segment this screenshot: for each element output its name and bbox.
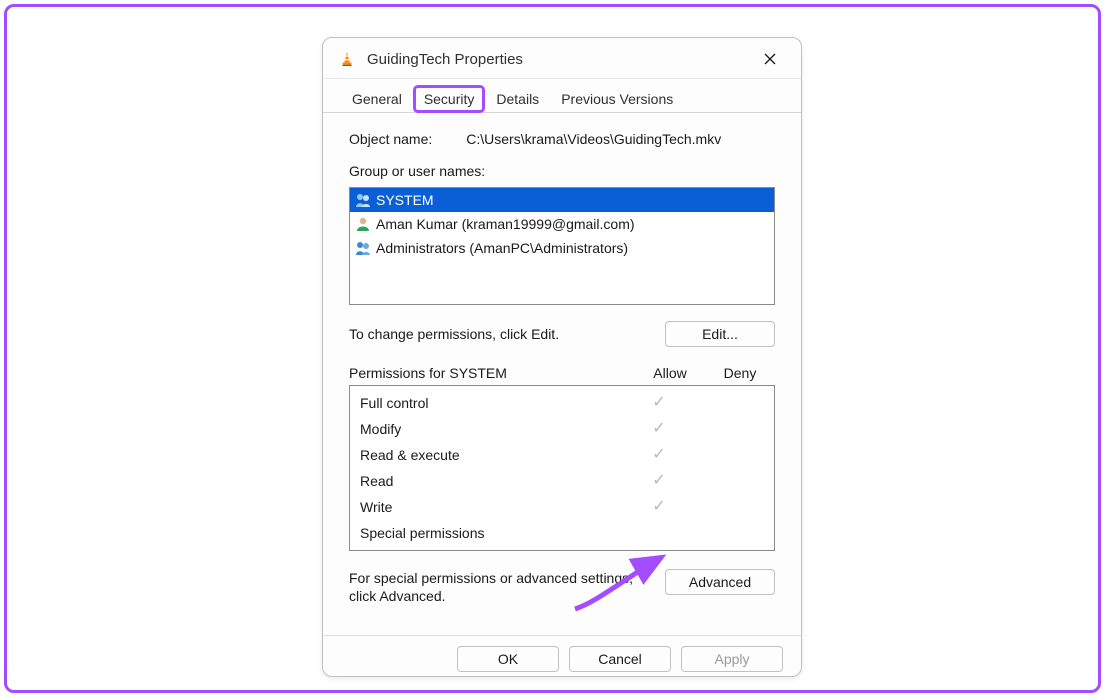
permission-name: Full control: [360, 392, 624, 414]
permissions-header: Permissions for SYSTEM Allow Deny: [349, 365, 775, 381]
advanced-hint-text: For special permissions or advanced sett…: [349, 569, 655, 605]
permission-name: Special permissions: [360, 522, 624, 544]
tab-security[interactable]: Security: [413, 85, 486, 113]
edit-row: To change permissions, click Edit. Edit.…: [349, 321, 775, 347]
properties-dialog: GuidingTech Properties General Security …: [322, 37, 802, 677]
allow-check-icon: ✓: [624, 496, 694, 518]
object-name-label: Object name:: [349, 131, 432, 147]
permissions-title: Permissions for SYSTEM: [349, 365, 635, 381]
deny-column-header: Deny: [705, 365, 775, 381]
dialog-footer: OK Cancel Apply: [323, 646, 801, 677]
allow-check-icon: ✓: [624, 470, 694, 492]
permission-row[interactable]: Special permissions: [350, 520, 774, 546]
allow-column-header: Allow: [635, 365, 705, 381]
list-item-label: SYSTEM: [376, 190, 434, 210]
permission-row[interactable]: Full control✓: [350, 390, 774, 416]
group-user-names-label: Group or user names:: [349, 163, 775, 179]
edit-button[interactable]: Edit...: [665, 321, 775, 347]
tab-general[interactable]: General: [341, 84, 413, 113]
allow-check-icon: ✓: [624, 418, 694, 440]
tab-previous-versions[interactable]: Previous Versions: [550, 84, 684, 113]
list-item[interactable]: Aman Kumar (kraman19999@gmail.com): [350, 212, 774, 236]
permission-row[interactable]: Modify✓: [350, 416, 774, 442]
users-group-icon: [354, 192, 372, 208]
vlc-cone-icon: [337, 49, 357, 69]
permission-name: Read: [360, 470, 624, 492]
cancel-button[interactable]: Cancel: [569, 646, 671, 672]
list-item-label: Administrators (AmanPC\Administrators): [376, 238, 628, 258]
close-button[interactable]: [749, 44, 791, 74]
permission-row[interactable]: Read & execute✓: [350, 442, 774, 468]
users-group-icon: [354, 240, 372, 256]
allow-check-icon: ✓: [624, 444, 694, 466]
security-panel: Object name: C:\Users\krama\Videos\Guidi…: [323, 112, 801, 623]
advanced-button[interactable]: Advanced: [665, 569, 775, 595]
permissions-listbox[interactable]: Full control✓Modify✓Read & execute✓Read✓…: [349, 385, 775, 551]
tab-details[interactable]: Details: [485, 84, 550, 113]
list-item[interactable]: Administrators (AmanPC\Administrators): [350, 236, 774, 260]
user-listbox[interactable]: SYSTEM Aman Kumar (kraman19999@gmail.com)…: [349, 187, 775, 305]
titlebar: GuidingTech Properties: [323, 38, 801, 79]
window-title: GuidingTech Properties: [367, 51, 749, 68]
permission-name: Write: [360, 496, 624, 518]
user-icon: [354, 216, 372, 232]
permission-row[interactable]: Read✓: [350, 468, 774, 494]
apply-button[interactable]: Apply: [681, 646, 783, 672]
allow-check-icon: ✓: [624, 392, 694, 414]
permission-name: Read & execute: [360, 444, 624, 466]
tab-strip: General Security Details Previous Versio…: [323, 79, 801, 113]
object-name-row: Object name: C:\Users\krama\Videos\Guidi…: [349, 131, 775, 147]
list-item[interactable]: SYSTEM: [350, 188, 774, 212]
permission-row[interactable]: Write✓: [350, 494, 774, 520]
object-name-value: C:\Users\krama\Videos\GuidingTech.mkv: [466, 131, 721, 147]
footer-separator: [323, 635, 801, 636]
close-icon: [764, 53, 776, 65]
edit-hint-text: To change permissions, click Edit.: [349, 326, 665, 342]
permission-name: Modify: [360, 418, 624, 440]
ok-button[interactable]: OK: [457, 646, 559, 672]
advanced-row: For special permissions or advanced sett…: [349, 569, 775, 605]
screenshot-frame: GuidingTech Properties General Security …: [4, 4, 1101, 693]
list-item-label: Aman Kumar (kraman19999@gmail.com): [376, 214, 635, 234]
